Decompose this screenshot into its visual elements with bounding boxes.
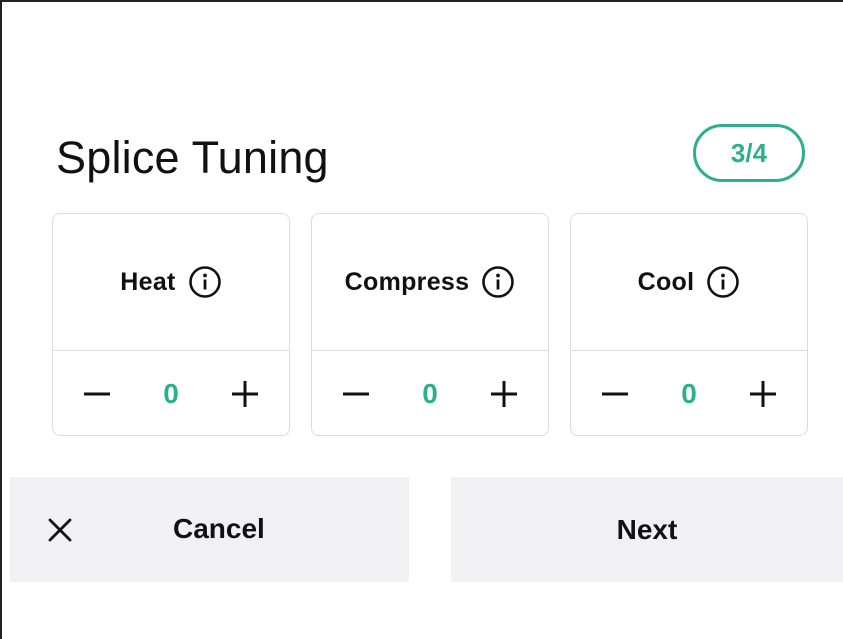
tuning-card-cool: Cool 0 xyxy=(570,213,808,436)
page-title: Splice Tuning xyxy=(56,132,329,183)
decrement-button[interactable] xyxy=(334,372,378,416)
plus-icon xyxy=(490,380,517,407)
step-badge: 3/4 xyxy=(693,124,805,182)
card-label: Heat xyxy=(120,267,176,296)
card-label: Cool xyxy=(637,267,695,296)
stepper-value: 0 xyxy=(681,377,697,409)
minus-icon xyxy=(602,392,628,395)
plus-icon xyxy=(231,380,258,407)
stepper: 0 xyxy=(312,351,548,436)
stepper: 0 xyxy=(53,351,289,436)
info-icon[interactable] xyxy=(188,265,222,299)
card-header: Heat xyxy=(53,214,289,351)
cancel-button[interactable]: Cancel xyxy=(10,477,409,582)
info-icon[interactable] xyxy=(481,265,515,299)
plus-icon xyxy=(749,380,776,407)
info-icon[interactable] xyxy=(706,265,740,299)
decrement-button[interactable] xyxy=(593,372,637,416)
stepper: 0 xyxy=(571,351,807,436)
decrement-button[interactable] xyxy=(75,372,119,416)
next-label: Next xyxy=(616,513,678,545)
close-icon xyxy=(47,517,73,543)
increment-button[interactable] xyxy=(223,372,267,416)
minus-icon xyxy=(84,392,110,395)
cancel-label: Cancel xyxy=(173,513,265,544)
stepper-value: 0 xyxy=(422,377,438,409)
card-header: Cool xyxy=(571,214,807,351)
tuning-card-heat: Heat 0 xyxy=(52,213,290,436)
card-header: Compress xyxy=(312,214,548,351)
increment-button[interactable] xyxy=(482,372,526,416)
increment-button[interactable] xyxy=(741,372,785,416)
minus-icon xyxy=(343,392,369,395)
tuning-card-compress: Compress 0 xyxy=(311,213,549,436)
card-label: Compress xyxy=(344,267,470,296)
next-button[interactable]: Next xyxy=(451,477,843,582)
stepper-value: 0 xyxy=(163,377,179,409)
